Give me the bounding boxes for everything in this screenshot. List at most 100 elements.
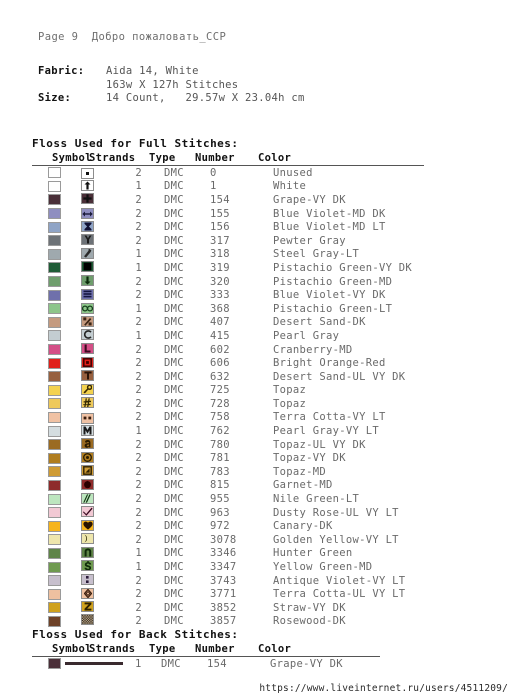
cell-number: 317: [210, 234, 230, 247]
cell-color: Unused: [273, 166, 313, 179]
cell-color: Pistachio Green-VY DK: [273, 261, 413, 274]
cell-number: 156: [210, 221, 230, 234]
cell-type: DMC: [164, 533, 184, 546]
cell-type: DMC: [164, 180, 184, 193]
stitch-symbol: [81, 315, 101, 329]
cell-type: DMC: [164, 561, 184, 574]
cell-strands: 2: [135, 493, 142, 506]
color-swatch: [48, 520, 63, 532]
cell-strands: 2: [135, 615, 142, 628]
table-row: 2 DMC 780 Topaz-UL VY DK: [32, 438, 432, 452]
cell-type: DMC: [164, 452, 184, 465]
cell-number: 415: [210, 329, 230, 342]
cell-color: Topaz-VY DK: [273, 452, 346, 465]
footer-url: https://www.liveinternet.ru/users/451120…: [259, 683, 508, 694]
cell-strands: 2: [135, 520, 142, 533]
spec-row: Fabric: Aida 14, White: [38, 65, 305, 79]
color-swatch: [48, 167, 63, 179]
cell-type: DMC: [164, 425, 184, 438]
color-swatch: [48, 289, 63, 301]
table-row: 2 DMC 156 Blue Violet-MD LT: [32, 220, 432, 234]
cell-number: 3852: [210, 601, 237, 614]
cell-strands: 1: [135, 547, 142, 560]
spec-row: 163w X 127h Stitches: [38, 79, 305, 93]
cell-strands: 1: [135, 248, 142, 261]
m-letter-icon: [81, 424, 94, 436]
cell-strands: 2: [135, 479, 142, 492]
cell-type: DMC: [164, 574, 184, 587]
column-header-strands: Strands: [89, 152, 136, 164]
color-swatch: [48, 344, 63, 356]
table-row: 2 DMC 758 Terra Cotta-VY LT: [32, 411, 432, 425]
diamond-o-icon: [81, 587, 94, 599]
cell-color: Blue Violet-VY DK: [273, 289, 386, 302]
color-swatch: [48, 262, 63, 274]
back-stitches-title: Floss Used for Back Stitches:: [32, 628, 239, 641]
table-row: 1 DMC 415 Pearl Gray: [32, 329, 432, 343]
table-row: 2 DMC 955 Nile Green-LT: [32, 492, 432, 506]
cell-number: 963: [210, 506, 230, 519]
filled-square-icon: [81, 261, 94, 273]
stitch-symbol: [81, 546, 101, 560]
table-row: 2 DMC 407 Desert Sand-DK: [32, 315, 432, 330]
column-header-number: Number: [195, 152, 235, 164]
stitch-symbol: [81, 519, 101, 533]
cell-number: 155: [210, 207, 230, 220]
y-letter-icon: [81, 234, 94, 246]
full-stitches-title: Floss Used for Full Stitches:: [32, 137, 239, 150]
page-header: Page 9 Добро пожаловать_CCP: [38, 31, 227, 43]
cell-color: Grape-VY DK: [273, 193, 346, 206]
cell-type: DMC: [164, 193, 184, 206]
color-swatch: [48, 588, 63, 600]
stitch-symbol: [81, 302, 101, 315]
table-row: 1 DMC 762 Pearl Gray-VY LT: [32, 424, 432, 438]
stitch-symbol: [81, 411, 101, 424]
cell-type: DMC: [164, 547, 184, 560]
plus-icon: [81, 193, 94, 205]
cell-color: Blue Violet-MD DK: [273, 207, 386, 220]
cell-strands: 2: [135, 289, 142, 302]
cell-strands: 2: [135, 207, 142, 220]
cell-number: 368: [210, 302, 230, 315]
table-row: 2 DMC 154 Grape-VY DK: [32, 193, 432, 207]
stitch-symbol: [81, 465, 101, 478]
cell-type: DMC: [164, 261, 184, 274]
cell-number: 3771: [210, 588, 237, 601]
color-swatch: [48, 615, 63, 627]
stitch-symbol: [81, 424, 101, 438]
cell-number: 3743: [210, 574, 237, 587]
table-row: 2 DMC 728 Topaz: [32, 397, 432, 411]
color-swatch: [48, 425, 63, 437]
cell-number: 758: [210, 411, 230, 424]
cell-color: Golden Yellow-VY LT: [273, 533, 399, 546]
table-row: 2 DMC 3771 Terra Cotta-UL VY LT: [32, 587, 432, 601]
cell-color: Rosewood-DK: [273, 615, 346, 628]
spec-row: Size: 14 Count, 29.57w X 23.04h cm: [38, 92, 305, 106]
cell-strands: 2: [135, 465, 142, 478]
cell-number: 972: [210, 520, 230, 533]
cell-color: Pearl Gray: [273, 329, 340, 342]
table-row: 2 DMC 632 Desert Sand-UL VY DK: [32, 370, 432, 384]
diagonal-icon: [81, 247, 94, 259]
cell-strands: 1: [135, 302, 142, 315]
cell-type: DMC: [164, 493, 184, 506]
cell-color: Pistachio Green-MD: [273, 275, 393, 288]
table-row: 1 DMC 368 Pistachio Green-LT: [32, 302, 432, 316]
cell-strands: 2: [135, 234, 142, 247]
cell-number: 606: [210, 357, 230, 370]
backstitch-line-symbol: [63, 658, 135, 670]
color-swatch: [48, 235, 63, 247]
stitch-symbol: [81, 614, 101, 628]
cell-color: Desert Sand-DK: [273, 316, 366, 329]
spec-label: [38, 79, 106, 93]
cell-type: DMC: [164, 397, 184, 410]
cell-number: 3857: [210, 615, 237, 628]
cell-color: Bright Orange-Red: [273, 357, 386, 370]
cell-number: 333: [210, 289, 230, 302]
cell-number: 407: [210, 316, 230, 329]
table-row: 2 DMC 0 Unused: [32, 166, 432, 180]
cell-color: Topaz-UL VY DK: [273, 438, 366, 451]
slashes-icon: [81, 492, 94, 504]
cell-type: DMC: [164, 234, 184, 247]
cell-strands: 2: [135, 588, 142, 601]
